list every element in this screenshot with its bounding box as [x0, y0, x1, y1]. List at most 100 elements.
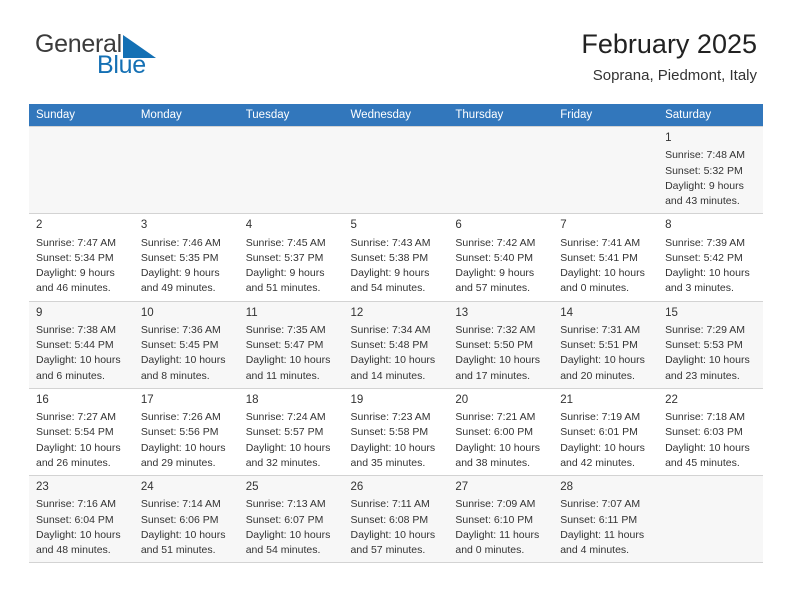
calendar-week-row: 23 Sunrise: 7:16 AM Sunset: 6:04 PM Dayligh… [29, 474, 763, 564]
calendar-day-cell[interactable]: 4 Sunrise: 7:45 AM Sunset: 5:37 PM Daylight… [238, 213, 344, 302]
weekday-header-friday: Friday [553, 104, 659, 127]
sun-times-info: Sunrise: 7:24 AM Sunset: 5:57 PM Daylight:… [246, 410, 337, 471]
page-subtitle: Soprana, Piedmont, Italy [592, 67, 757, 85]
day-number: 27 [455, 481, 469, 493]
sun-info-line: Sunrise: 7:07 AM [560, 498, 641, 511]
day-cell-content: 2 Sunrise: 7:47 AM Sunset: 5:34 PM Daylight… [29, 214, 134, 300]
day-cell-content: 6 Sunrise: 7:42 AM Sunset: 5:40 PM Daylight… [448, 214, 553, 300]
sun-info-line: Sunrise: 7:11 AM [350, 498, 430, 511]
calendar-day-cell[interactable]: 1 Sunrise: 7:48 AM Sunset: 5:32 PM Daylight… [658, 125, 763, 215]
calendar-day-cell[interactable]: 7 Sunrise: 7:41 AM Sunset: 5:41 PM Daylight… [553, 213, 659, 302]
sun-info-line: Daylight: 9 hours [665, 179, 744, 192]
calendar-day-cell[interactable]: 26 Sunrise: 7:11 AM Sunset: 6:08 PM Dayligh… [343, 474, 449, 564]
sun-info-line: Sunset: 6:10 PM [455, 513, 534, 526]
calendar-day-cell[interactable]: 21 Sunrise: 7:19 AM Sunset: 6:01 PM Dayligh… [553, 387, 659, 477]
sun-info-line: Daylight: 10 hours [36, 441, 121, 454]
calendar-empty-cell [658, 474, 763, 564]
calendar-day-cell[interactable]: 27 Sunrise: 7:09 AM Sunset: 6:10 PM Dayligh… [448, 474, 554, 564]
calendar-day-cell[interactable]: 6 Sunrise: 7:42 AM Sunset: 5:40 PM Daylight… [448, 213, 554, 302]
sun-info-line: Sunrise: 7:38 AM [36, 323, 116, 336]
day-number: 13 [455, 306, 469, 319]
weekday-header-sunday: Sunday [29, 104, 134, 127]
calendar-day-cell[interactable]: 11 Sunrise: 7:35 AM Sunset: 5:47 PM Dayligh… [238, 300, 344, 389]
sun-info-line: and 38 minutes. [455, 456, 531, 469]
calendar-day-cell[interactable]: 24 Sunrise: 7:14 AM Sunset: 6:06 PM Dayligh… [133, 474, 239, 564]
calendar-day-cell[interactable]: 25 Sunrise: 7:13 AM Sunset: 6:07 PM Dayligh… [238, 474, 344, 564]
sun-info-line: Sunset: 5:57 PM [245, 426, 324, 439]
calendar-day-cell[interactable]: 12 Sunrise: 7:34 AM Sunset: 5:48 PM Dayligh… [343, 300, 449, 389]
sun-info-line: Sunrise: 7:35 AM [245, 323, 326, 336]
day-number: 14 [560, 306, 574, 319]
sun-info-line: Daylight: 9 hours [36, 267, 115, 280]
calendar-day-cell[interactable]: 10 Sunrise: 7:36 AM Sunset: 5:45 PM Dayligh… [133, 300, 239, 389]
sun-info-line: and 20 minutes. [560, 369, 635, 382]
sun-info-line: Sunset: 6:06 PM [140, 513, 219, 526]
sun-times-info: Sunrise: 7:14 AM Sunset: 6:06 PM Daylight:… [141, 497, 232, 558]
sun-times-info: Sunrise: 7:47 AM Sunset: 5:34 PM Daylight:… [36, 236, 127, 297]
sun-info-line: Daylight: 10 hours [665, 267, 750, 280]
day-number: 25 [245, 481, 259, 493]
day-number: 10 [140, 306, 154, 319]
calendar-empty-cell [133, 125, 239, 215]
sun-info-line: Daylight: 9 hours [140, 267, 220, 280]
calendar-empty-cell [29, 125, 134, 215]
sun-info-line: and 29 minutes. [140, 456, 216, 469]
calendar-empty-cell [238, 125, 344, 215]
sun-times-info: Sunrise: 7:46 AM Sunset: 5:35 PM Daylight:… [141, 236, 232, 297]
calendar-day-cell[interactable]: 28 Sunrise: 7:07 AM Sunset: 6:11 PM Dayligh… [553, 474, 659, 564]
sun-info-line: Sunrise: 7:18 AM [665, 411, 746, 424]
sun-info-line: Sunset: 5:54 PM [36, 426, 114, 439]
calendar-day-cell[interactable]: 9 Sunrise: 7:38 AM Sunset: 5:44 PM Daylight… [29, 300, 134, 389]
calendar-day-cell[interactable]: 8 Sunrise: 7:39 AM Sunset: 5:42 PM Daylight… [658, 213, 763, 302]
calendar-day-cell[interactable]: 17 Sunrise: 7:26 AM Sunset: 5:56 PM Dayligh… [133, 387, 239, 477]
day-number: 17 [140, 393, 154, 406]
calendar-week-row: 16 Sunrise: 7:27 AM Sunset: 5:54 PM Dayligh… [29, 387, 763, 477]
sun-info-line: Daylight: 9 hours [245, 267, 325, 280]
day-cell-content: 12 Sunrise: 7:34 AM Sunset: 5:48 PM Dayligh… [344, 302, 449, 388]
sun-times-info: Sunrise: 7:45 AM Sunset: 5:37 PM Daylight:… [246, 236, 337, 297]
calendar-day-cell[interactable]: 2 Sunrise: 7:47 AM Sunset: 5:34 PM Daylight… [29, 213, 134, 302]
weekday-header-thursday: Thursday [448, 104, 554, 127]
calendar-day-cell[interactable]: 15 Sunrise: 7:29 AM Sunset: 5:53 PM Dayligh… [658, 300, 763, 389]
sun-info-line: Sunset: 5:53 PM [665, 339, 743, 352]
day-number: 19 [350, 393, 364, 406]
sun-info-line: and 48 minutes. [36, 544, 111, 557]
calendar-day-cell[interactable]: 13 Sunrise: 7:32 AM Sunset: 5:50 PM Dayligh… [448, 300, 554, 389]
day-cell-content [658, 476, 763, 562]
sun-info-line: Sunset: 5:44 PM [36, 339, 114, 352]
sun-info-line: Sunset: 6:11 PM [560, 513, 638, 526]
sun-times-info: Sunrise: 7:21 AM Sunset: 6:00 PM Daylight:… [455, 410, 546, 471]
calendar-day-cell[interactable]: 20 Sunrise: 7:21 AM Sunset: 6:00 PM Dayligh… [448, 387, 554, 477]
calendar-day-cell[interactable]: 22 Sunrise: 7:18 AM Sunset: 6:03 PM Dayligh… [658, 387, 763, 477]
calendar-day-cell[interactable]: 18 Sunrise: 7:24 AM Sunset: 5:57 PM Dayligh… [238, 387, 344, 477]
sun-info-line: and 57 minutes. [455, 282, 531, 295]
sun-info-line: Sunrise: 7:36 AM [140, 323, 221, 336]
sun-info-line: and 4 minutes. [560, 544, 630, 557]
day-cell-content: 14 Sunrise: 7:31 AM Sunset: 5:51 PM Dayligh… [553, 302, 658, 388]
brand-logo[interactable]: General Blue [35, 30, 156, 78]
calendar-day-cell[interactable]: 5 Sunrise: 7:43 AM Sunset: 5:38 PM Daylight… [343, 213, 449, 302]
day-cell-content [29, 127, 134, 213]
day-cell-content: 16 Sunrise: 7:27 AM Sunset: 5:54 PM Dayligh… [29, 389, 134, 475]
sun-info-line: Sunset: 5:50 PM [455, 339, 534, 352]
sun-info-line: Sunrise: 7:41 AM [560, 236, 641, 249]
day-cell-content: 21 Sunrise: 7:19 AM Sunset: 6:01 PM Dayligh… [553, 389, 658, 475]
sun-info-line: and 42 minutes. [560, 456, 635, 469]
sun-times-info: Sunrise: 7:09 AM Sunset: 6:10 PM Daylight:… [455, 497, 546, 558]
calendar-day-cell[interactable]: 19 Sunrise: 7:23 AM Sunset: 5:58 PM Dayligh… [343, 387, 449, 477]
sun-info-line: Sunrise: 7:47 AM [36, 236, 116, 249]
sun-info-line: Sunrise: 7:43 AM [350, 236, 431, 249]
sun-times-info: Sunrise: 7:34 AM Sunset: 5:48 PM Daylight:… [351, 323, 442, 384]
sun-info-line: Daylight: 10 hours [245, 441, 331, 454]
day-cell-content: 24 Sunrise: 7:14 AM Sunset: 6:06 PM Dayligh… [134, 476, 239, 562]
sun-info-line: Daylight: 10 hours [140, 354, 226, 367]
calendar-day-cell[interactable]: 23 Sunrise: 7:16 AM Sunset: 6:04 PM Dayligh… [29, 474, 134, 564]
day-cell-content: 10 Sunrise: 7:36 AM Sunset: 5:45 PM Dayligh… [134, 302, 239, 388]
sun-info-line: Sunset: 5:48 PM [350, 339, 429, 352]
sun-info-line: Sunrise: 7:32 AM [455, 323, 536, 336]
calendar-day-cell[interactable]: 14 Sunrise: 7:31 AM Sunset: 5:51 PM Dayligh… [553, 300, 659, 389]
sun-times-info: Sunrise: 7:43 AM Sunset: 5:38 PM Daylight:… [351, 236, 442, 297]
calendar-day-cell[interactable]: 16 Sunrise: 7:27 AM Sunset: 5:54 PM Dayligh… [29, 387, 134, 477]
sun-info-line: Sunrise: 7:29 AM [665, 323, 746, 336]
calendar-day-cell[interactable]: 3 Sunrise: 7:46 AM Sunset: 5:35 PM Daylight… [133, 213, 239, 302]
